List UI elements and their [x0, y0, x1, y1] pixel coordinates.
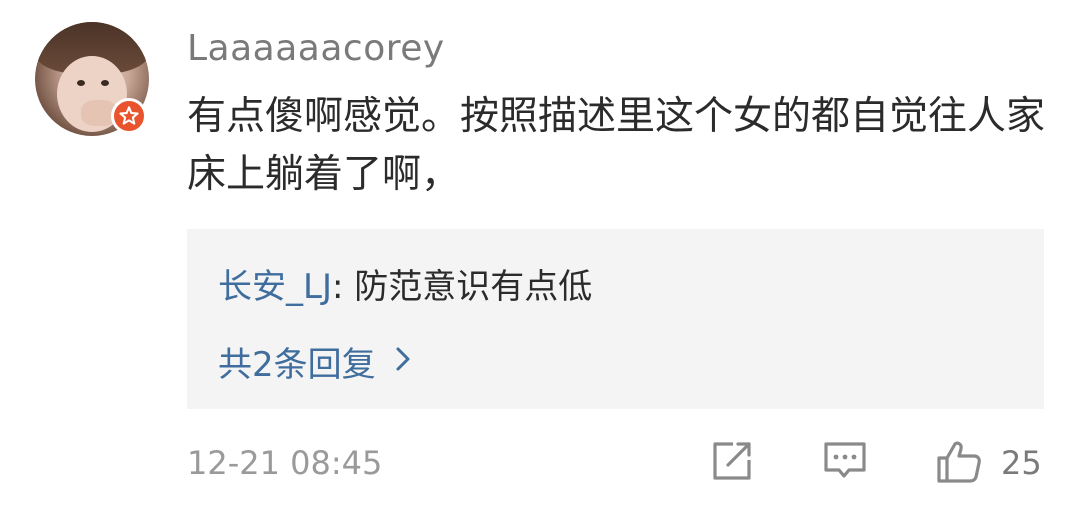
- comment-content: 有点傻啊感觉。按照描述里这个女的都自觉往人家床上躺着了啊，: [187, 94, 1046, 197]
- view-replies-link[interactable]: 共2条回复: [218, 337, 412, 386]
- view-replies-label: 共2条回复: [218, 345, 376, 385]
- thumbs-up-icon: [937, 441, 981, 483]
- comment-username[interactable]: Laaaaaacorey: [187, 28, 445, 69]
- like-count: 25: [1001, 444, 1042, 482]
- comment-button[interactable]: [823, 440, 867, 486]
- star-icon: [119, 106, 139, 125]
- like-button[interactable]: [936, 440, 982, 488]
- reply-text: 防范意识有点低: [354, 267, 593, 307]
- forward-icon: [713, 442, 751, 480]
- avatar-eye: [101, 80, 109, 86]
- reply-line: 长安_LJ: 防范意识有点低: [218, 259, 592, 308]
- chevron-right-icon: [394, 342, 412, 382]
- forward-button[interactable]: [711, 440, 753, 486]
- avatar-eye: [77, 80, 85, 86]
- reply-separator: :: [331, 267, 344, 307]
- comment-icon: [824, 442, 866, 478]
- reply-box[interactable]: 长安_LJ: 防范意识有点低 共2条回复: [187, 229, 1044, 409]
- star-badge-icon: [111, 98, 147, 134]
- comment-timestamp: 12-21 08:45: [187, 444, 383, 482]
- reply-author[interactable]: 长安_LJ: [218, 267, 332, 307]
